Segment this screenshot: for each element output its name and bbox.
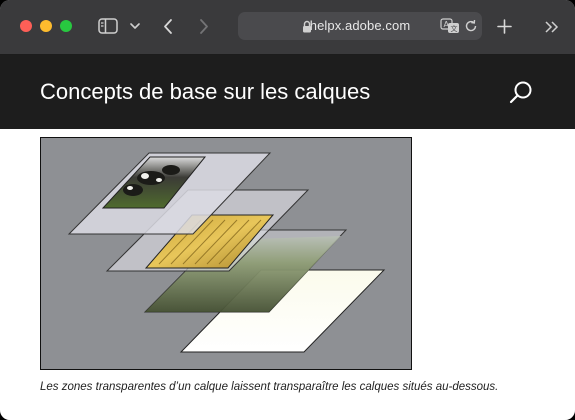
search-icon[interactable] bbox=[509, 80, 533, 104]
close-window-button[interactable] bbox=[20, 20, 32, 32]
layers-illustration bbox=[40, 137, 412, 370]
forward-icon[interactable] bbox=[198, 18, 210, 35]
zoom-window-button[interactable] bbox=[60, 20, 72, 32]
figure-caption: Les zones transparentes d’un calque lais… bbox=[40, 381, 499, 393]
browser-window: helpx.adobe.com A 文 Concepts de base sur… bbox=[0, 0, 575, 420]
svg-text:文: 文 bbox=[451, 24, 458, 33]
chevron-down-icon[interactable] bbox=[130, 23, 140, 30]
more-icon[interactable] bbox=[545, 21, 559, 33]
page-title: Concepts de base sur les calques bbox=[40, 79, 371, 104]
back-icon[interactable] bbox=[162, 18, 174, 35]
translate-icon[interactable]: A 文 bbox=[440, 18, 460, 34]
sidebar-icon[interactable] bbox=[98, 18, 118, 34]
browser-toolbar: helpx.adobe.com A 文 bbox=[0, 0, 575, 55]
reload-icon[interactable] bbox=[464, 19, 478, 33]
layers-illustration-graphic bbox=[67, 152, 386, 353]
address-bar[interactable]: helpx.adobe.com A 文 bbox=[238, 12, 482, 40]
new-tab-icon[interactable] bbox=[497, 19, 512, 34]
minimize-window-button[interactable] bbox=[40, 20, 52, 32]
